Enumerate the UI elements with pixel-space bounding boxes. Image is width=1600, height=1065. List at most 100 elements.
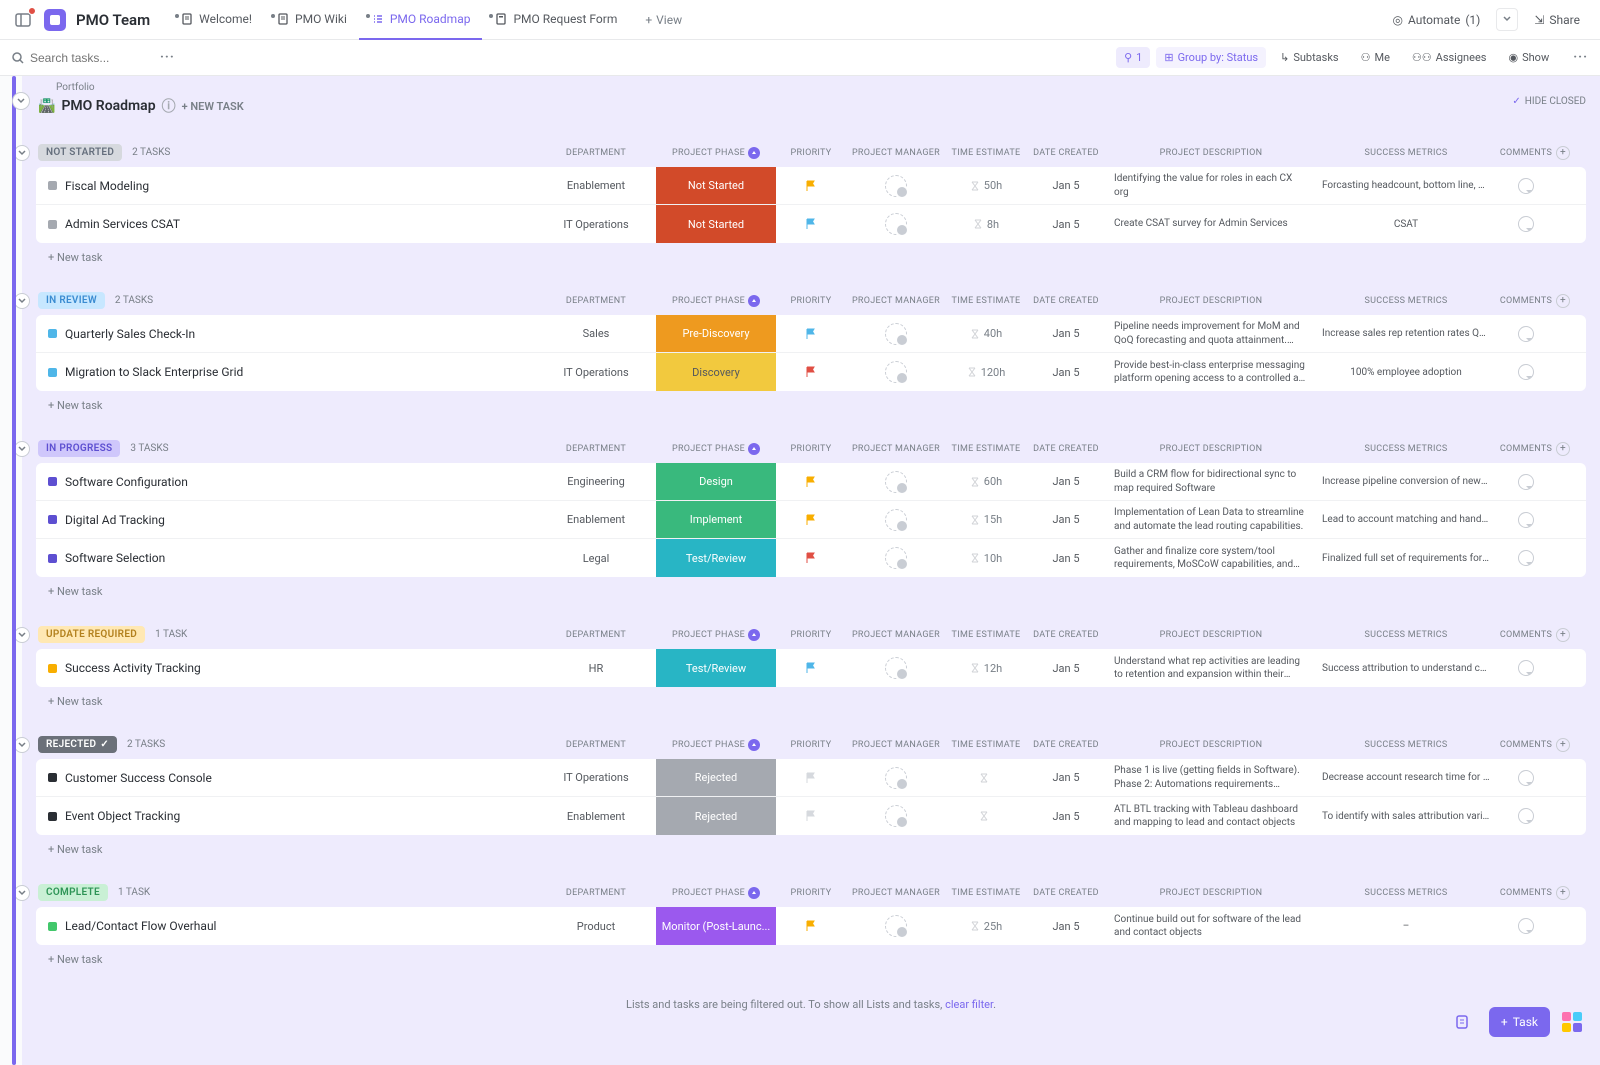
avatar-placeholder[interactable] [885,175,907,197]
status-square[interactable] [48,368,57,377]
cell-comments[interactable] [1496,918,1556,934]
status-square[interactable] [48,812,57,821]
cell-phase[interactable]: Rejected [656,797,776,835]
more-menu[interactable]: ··· [160,50,175,65]
cell-priority[interactable] [776,662,846,674]
cell-estimate[interactable]: 12h [946,662,1026,675]
col-phase[interactable]: PROJECT PHASE [656,887,776,899]
col-department[interactable]: DEPARTMENT [536,444,656,454]
group-collapse[interactable] [14,145,30,161]
cell-metrics[interactable]: CSAT [1316,219,1496,230]
group-collapse[interactable] [14,737,30,753]
search-input[interactable] [30,51,150,65]
cell-priority[interactable] [776,366,846,378]
cell-phase[interactable]: Test/Review [656,649,776,687]
col-metrics[interactable]: SUCCESS METRICS [1316,740,1496,750]
task-row[interactable]: Fiscal ModelingEnablementNot Started50hJ… [36,167,1586,205]
cell-phase[interactable]: Discovery [656,353,776,391]
task-row[interactable]: Software ConfigurationEngineeringDesign6… [36,463,1586,501]
cell-phase[interactable]: Pre-Discovery [656,315,776,352]
task-row[interactable]: Lead/Contact Flow OverhaulProductMonitor… [36,907,1586,945]
comment-icon[interactable] [1518,364,1534,380]
col-description[interactable]: PROJECT DESCRIPTION [1106,740,1316,750]
cell-comments[interactable] [1496,808,1556,824]
task-name[interactable]: Lead/Contact Flow Overhaul [65,919,216,933]
avatar-placeholder[interactable] [885,323,907,345]
col-phase[interactable]: PROJECT PHASE [656,295,776,307]
cell-comments[interactable] [1496,364,1556,380]
cell-department[interactable]: IT Operations [536,771,656,784]
col-phase[interactable]: PROJECT PHASE [656,443,776,455]
status-pill[interactable]: COMPLETE [38,884,108,901]
comment-icon[interactable] [1518,216,1534,232]
comment-icon[interactable] [1518,808,1534,824]
add-view-button[interactable]: + View [633,13,694,27]
cell-date[interactable]: Jan 5 [1026,552,1106,565]
status-square[interactable] [48,773,57,782]
task-name[interactable]: Success Activity Tracking [65,661,201,675]
info-icon[interactable]: ⓘ [162,96,176,116]
toolbar-more[interactable]: ··· [1573,50,1588,65]
status-pill[interactable]: NOT STARTED [38,144,122,161]
cell-department[interactable]: Enablement [536,513,656,526]
automate-chevron[interactable] [1496,8,1518,31]
cell-metrics[interactable]: Finalized full set of requirements for V… [1316,553,1496,564]
status-square[interactable] [48,181,57,190]
col-estimate[interactable]: TIME ESTIMATE [946,296,1026,306]
status-square[interactable] [48,220,57,229]
status-pill[interactable]: IN REVIEW [38,292,105,309]
cell-pm[interactable] [846,547,946,569]
col-pm[interactable]: PROJECT MANAGER [846,148,946,158]
status-square[interactable] [48,329,57,338]
col-priority[interactable]: PRIORITY [776,444,846,454]
cell-description[interactable]: Continue build out for software of the l… [1106,909,1316,944]
col-created[interactable]: DATE CREATED [1026,630,1106,640]
cell-date[interactable]: Jan 5 [1026,810,1106,823]
tab-pmo-wiki[interactable]: PMO Wiki [264,0,359,40]
cell-date[interactable]: Jan 5 [1026,475,1106,488]
col-created[interactable]: DATE CREATED [1026,444,1106,454]
task-name[interactable]: Event Object Tracking [65,809,180,823]
task-name[interactable]: Software Configuration [65,475,188,489]
col-comments[interactable]: COMMENTS [1496,296,1556,306]
cell-pm[interactable] [846,915,946,937]
cell-comments[interactable] [1496,512,1556,528]
col-department[interactable]: DEPARTMENT [536,296,656,306]
cell-date[interactable]: Jan 5 [1026,513,1106,526]
cell-date[interactable]: Jan 5 [1026,366,1106,379]
col-metrics[interactable]: SUCCESS METRICS [1316,630,1496,640]
status-pill[interactable]: REJECTED ✓ [38,736,117,753]
cell-estimate[interactable]: 60h [946,475,1026,488]
col-pm[interactable]: PROJECT MANAGER [846,630,946,640]
task-name[interactable]: Software Selection [65,551,165,565]
col-metrics[interactable]: SUCCESS METRICS [1316,296,1496,306]
cell-estimate[interactable]: 50h [946,179,1026,192]
col-add[interactable]: + [1556,442,1586,456]
col-phase[interactable]: PROJECT PHASE [656,147,776,159]
col-metrics[interactable]: SUCCESS METRICS [1316,148,1496,158]
folder-title[interactable]: PMO Roadmap [61,98,155,114]
cell-estimate[interactable]: 15h [946,513,1026,526]
cell-pm[interactable] [846,471,946,493]
cell-description[interactable]: ATL BTL tracking with Tableau dashboard … [1106,799,1316,834]
comment-icon[interactable] [1518,770,1534,786]
col-comments[interactable]: COMMENTS [1496,630,1556,640]
col-description[interactable]: PROJECT DESCRIPTION [1106,444,1316,454]
avatar-placeholder[interactable] [885,509,907,531]
col-add[interactable]: + [1556,886,1586,900]
clear-filter-link[interactable]: clear filter [945,998,993,1011]
task-row[interactable]: Digital Ad TrackingEnablementImplement15… [36,501,1586,539]
status-square[interactable] [48,664,57,673]
cell-metrics[interactable]: Increase sales rep retention rates QoQ a… [1316,328,1496,339]
cell-pm[interactable] [846,657,946,679]
col-description[interactable]: PROJECT DESCRIPTION [1106,296,1316,306]
col-estimate[interactable]: TIME ESTIMATE [946,740,1026,750]
cell-date[interactable]: Jan 5 [1026,771,1106,784]
status-square[interactable] [48,477,57,486]
filter-button[interactable]: ⚲ 1 [1116,47,1150,68]
cell-metrics[interactable]: Lead to account matching and handling of… [1316,514,1496,525]
col-priority[interactable]: PRIORITY [776,630,846,640]
cell-metrics[interactable]: Success attribution to understand custom… [1316,663,1496,674]
cell-comments[interactable] [1496,550,1556,566]
cell-estimate[interactable]: 25h [946,920,1026,933]
